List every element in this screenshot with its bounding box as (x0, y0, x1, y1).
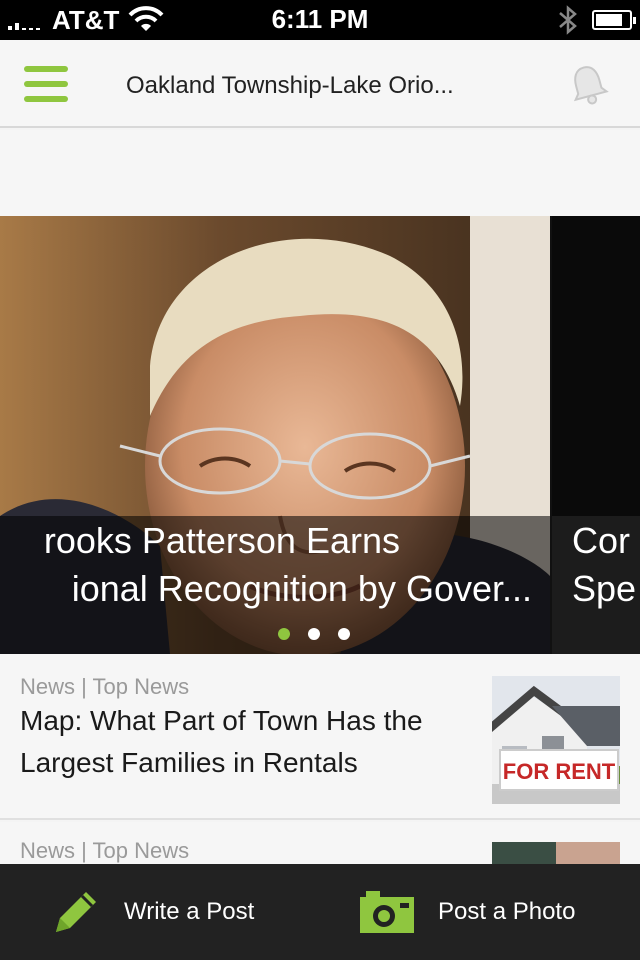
pencil-icon (56, 892, 96, 932)
battery-icon (592, 10, 636, 30)
carousel-slide-next[interactable]: Cor Spe (552, 216, 640, 654)
status-time: 6:11 PM (271, 4, 369, 34)
pagination-dot[interactable] (308, 628, 320, 640)
article-category: News | Top News (20, 674, 190, 699)
article-thumbnail[interactable]: FOR RENT (492, 676, 620, 804)
app-header: Oakland Township-Lake Orio... (0, 40, 640, 128)
camera-icon (360, 891, 414, 933)
header-spacer (0, 130, 640, 216)
pagination-dot[interactable] (278, 628, 290, 640)
bluetooth-icon (559, 5, 577, 35)
write-post-button[interactable]: Write a Post (50, 864, 254, 960)
slide-headline-line1: rooks Patterson Earns (43, 520, 400, 561)
for-rent-sign: FOR RENT (503, 759, 616, 784)
carousel-slide[interactable]: rooks Patterson Earns ional Recognition … (0, 216, 550, 654)
slide-caption: Cor Spe (552, 516, 640, 654)
carousel-pagination[interactable] (278, 628, 350, 640)
slide-caption: rooks Patterson Earns ional Recognition … (0, 516, 550, 654)
bell-icon[interactable] (566, 62, 610, 106)
bottom-action-bar: Write a Post Post a Photo (0, 864, 640, 960)
article-list-item[interactable]: News | Top News Map: What Part of Town H… (0, 654, 640, 820)
post-photo-button[interactable]: Post a Photo (358, 864, 575, 960)
featured-carousel[interactable]: rooks Patterson Earns ional Recognition … (0, 216, 640, 654)
hamburger-menu-icon[interactable] (24, 66, 68, 102)
slide-headline-line2: ional Recognition by Gover... (71, 568, 532, 609)
article-title[interactable]: Map: What Part of Town Has the Largest F… (20, 700, 480, 784)
status-bar: AT&T 6:11 PM (0, 0, 640, 40)
slide-headline-line2: Spe (572, 568, 637, 609)
post-photo-label: Post a Photo (438, 898, 576, 925)
write-post-label: Write a Post (124, 898, 255, 925)
article-category: News | Top News (20, 838, 190, 863)
slide-headline-line1: Cor (572, 520, 631, 561)
pagination-dot[interactable] (338, 628, 350, 640)
page-title: Oakland Township-Lake Orio... (126, 72, 454, 99)
